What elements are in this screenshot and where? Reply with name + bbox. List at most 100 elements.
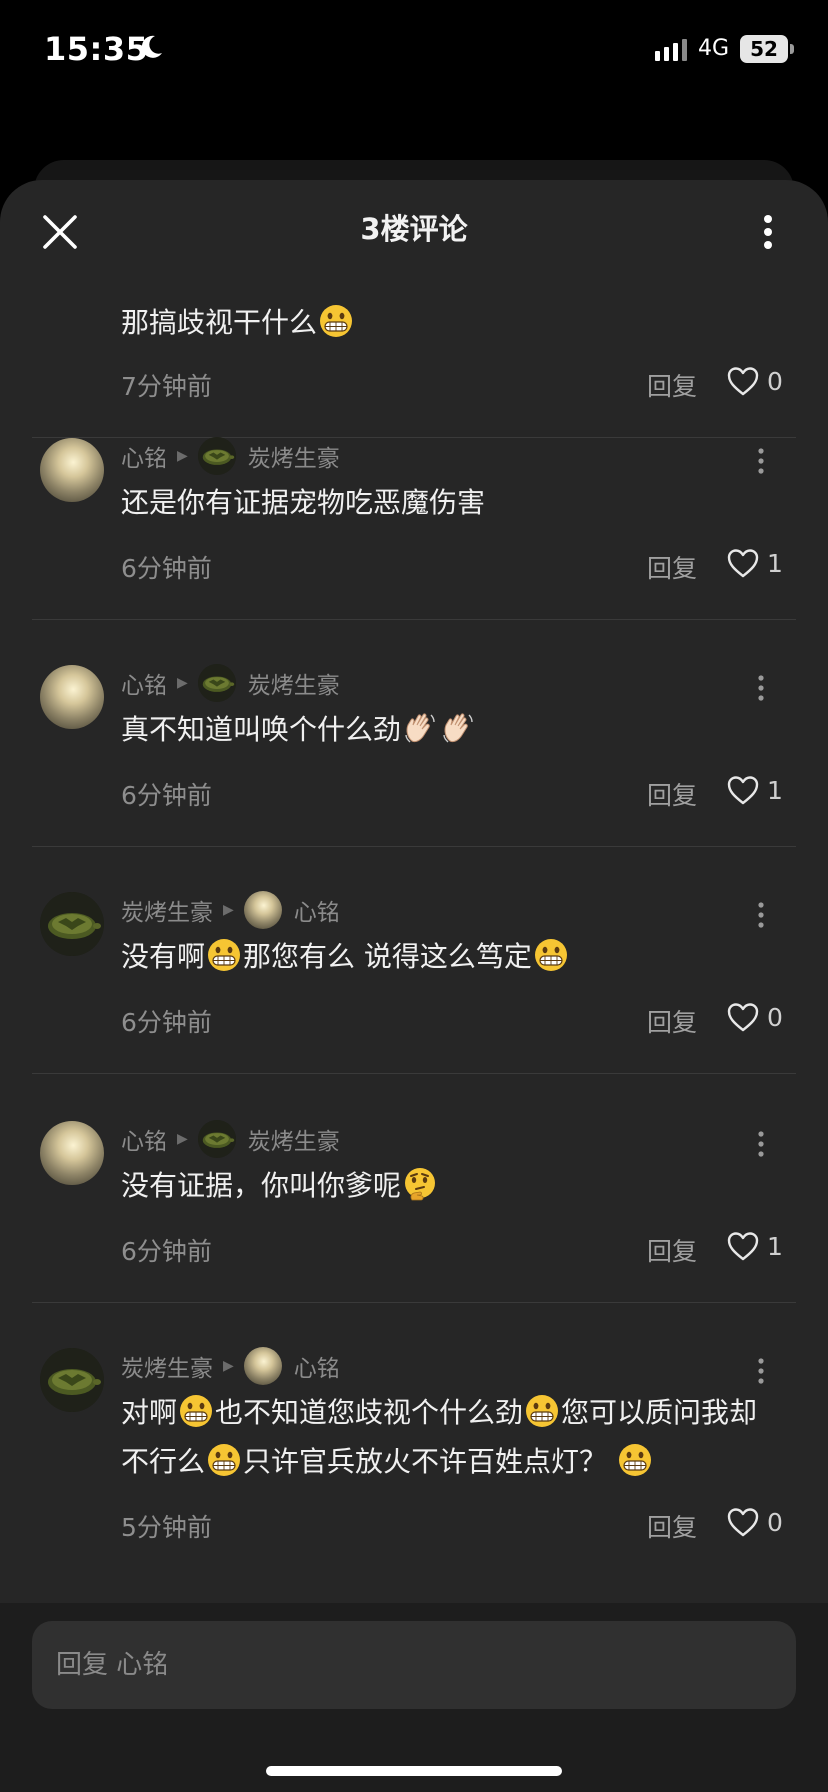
grin-emoji-icon	[207, 1443, 241, 1477]
comment-meta: 炭烤生豪 ▶ 心铭	[121, 891, 340, 929]
like-count: 1	[767, 776, 783, 805]
reply-arrow-icon: ▶	[177, 675, 188, 691]
target-name[interactable]: 炭烤生豪	[248, 666, 340, 700]
author-name[interactable]: 炭烤生豪	[121, 1349, 213, 1383]
comment-meta: 心铭 ▶ 炭烤生豪	[121, 1120, 340, 1158]
thinking-face-icon	[403, 1167, 437, 1201]
comment-meta: 炭烤生豪 ▶ 心铭	[121, 1347, 340, 1385]
grin-emoji-icon	[525, 1394, 559, 1428]
target-name[interactable]: 炭烤生豪	[248, 439, 340, 473]
author-name[interactable]: 炭烤生豪	[121, 893, 213, 927]
reply-button[interactable]: 回复	[647, 1232, 697, 1268]
reply-bar	[0, 1603, 828, 1792]
author-name[interactable]: 心铭	[121, 439, 167, 473]
waving-hand-icon	[441, 711, 475, 745]
waving-hand-icon	[403, 711, 437, 745]
comment-divider	[32, 846, 796, 847]
comment-more-icon[interactable]	[752, 1129, 770, 1159]
comment-meta: 心铭 ▶ 炭烤生豪	[121, 664, 340, 702]
reply-button[interactable]: 回复	[647, 776, 697, 812]
grin-emoji-icon	[319, 304, 353, 338]
comment-time: 6分钟前	[121, 554, 212, 583]
reply-arrow-icon: ▶	[223, 902, 234, 918]
target-name[interactable]: 心铭	[294, 1349, 340, 1383]
comment-text-segment: 也不知道您歧视个什么劲	[215, 1396, 524, 1429]
grin-emoji-icon	[618, 1443, 652, 1477]
author-avatar[interactable]	[40, 892, 104, 956]
like-count: 1	[767, 549, 783, 578]
heart-outline-icon[interactable]	[726, 365, 760, 397]
author-name[interactable]: 心铭	[121, 1122, 167, 1156]
comment-meta: 心铭 ▶ 炭烤生豪	[121, 437, 340, 475]
target-name[interactable]: 心铭	[294, 893, 340, 927]
comment-time: 6分钟前	[121, 1008, 212, 1037]
target-avatar[interactable]	[197, 1120, 236, 1158]
comment-text-segment: 还是你有证据宠物吃恶魔伤害	[121, 486, 486, 519]
grin-emoji-icon	[207, 938, 241, 972]
comment-text: 真不知道叫唤个什么劲	[121, 705, 781, 754]
author-name[interactable]: 心铭	[121, 666, 167, 700]
heart-outline-icon[interactable]	[726, 1506, 760, 1538]
reply-button[interactable]: 回复	[647, 549, 697, 585]
network-label: 4G	[698, 36, 730, 61]
comment-text: 没有证据，你叫你爹呢	[121, 1161, 781, 1210]
comment-text-segment: 对啊	[121, 1396, 178, 1429]
reply-arrow-icon: ▶	[177, 448, 188, 464]
like-count: 0	[767, 1508, 783, 1537]
comment-more-icon[interactable]	[752, 446, 770, 476]
comment-sheet: 3楼评论 那搞歧视干什么 7分钟前 回复 0 心铭 ▶ 炭烤生豪 还是你有证据宠物吃恶魔伤害 6…	[0, 180, 828, 1792]
comment-divider	[32, 619, 796, 620]
comment-text: 还是你有证据宠物吃恶魔伤害	[121, 478, 781, 527]
comment-divider	[32, 1302, 796, 1303]
home-indicator	[266, 1766, 562, 1776]
battery-tip	[790, 44, 794, 54]
target-avatar[interactable]	[197, 437, 236, 475]
reply-input[interactable]	[32, 1621, 796, 1709]
reply-button[interactable]: 回复	[647, 1003, 697, 1039]
comment-time: 6分钟前	[121, 1237, 212, 1266]
heart-outline-icon[interactable]	[726, 774, 760, 806]
like-count: 1	[767, 1232, 783, 1261]
heart-outline-icon[interactable]	[726, 1001, 760, 1033]
comment-time: 7分钟前	[121, 372, 212, 401]
moon-icon	[141, 35, 162, 58]
comment-text-segment: 真不知道叫唤个什么劲	[121, 713, 402, 746]
target-name[interactable]: 炭烤生豪	[248, 1122, 340, 1156]
comment-text: 对啊 也不知道您歧视个什么劲 您可以质问我却不行么 只许官兵放火不许百姓点灯？	[121, 1388, 781, 1486]
comment-text-segment: 没有证据，你叫你爹呢	[121, 1169, 402, 1202]
comment-text-segment: 那搞歧视干什么	[121, 306, 318, 339]
comment-text-segment: 没有啊	[121, 940, 206, 973]
like-count: 0	[767, 367, 783, 396]
signal-icon	[655, 39, 687, 61]
reply-button[interactable]: 回复	[647, 1508, 697, 1544]
author-avatar[interactable]	[40, 438, 104, 502]
status-bar: 15:35 4G 52	[0, 0, 828, 100]
author-avatar[interactable]	[40, 1348, 104, 1412]
comment-more-icon[interactable]	[752, 900, 770, 930]
reply-arrow-icon: ▶	[177, 1131, 188, 1147]
grin-emoji-icon	[179, 1394, 213, 1428]
author-avatar[interactable]	[40, 665, 104, 729]
comment-time: 5分钟前	[121, 1513, 212, 1542]
reply-button[interactable]: 回复	[647, 367, 697, 403]
comment-time: 6分钟前	[121, 781, 212, 810]
battery-level: 52	[740, 35, 788, 63]
comment-text-segment: 那您有么 说得这么笃定	[243, 940, 532, 973]
sheet-title: 3楼评论	[360, 212, 468, 246]
comment-text: 没有啊 那您有么 说得这么笃定	[121, 932, 781, 981]
comment-more-icon[interactable]	[752, 1356, 770, 1386]
comment-more-icon[interactable]	[752, 673, 770, 703]
target-avatar[interactable]	[243, 1347, 282, 1385]
status-time: 15:35	[44, 30, 149, 68]
like-count: 0	[767, 1003, 783, 1032]
comment-text-segment: 只许官兵放火不许百姓点灯？	[243, 1445, 616, 1478]
reply-arrow-icon: ▶	[223, 1358, 234, 1374]
target-avatar[interactable]	[197, 664, 236, 702]
heart-outline-icon[interactable]	[726, 547, 760, 579]
author-avatar[interactable]	[40, 1121, 104, 1185]
target-avatar[interactable]	[243, 891, 282, 929]
comment-divider	[32, 1073, 796, 1074]
heart-outline-icon[interactable]	[726, 1230, 760, 1262]
comment-text: 那搞歧视干什么	[121, 298, 781, 347]
more-vertical-icon[interactable]	[750, 210, 786, 254]
